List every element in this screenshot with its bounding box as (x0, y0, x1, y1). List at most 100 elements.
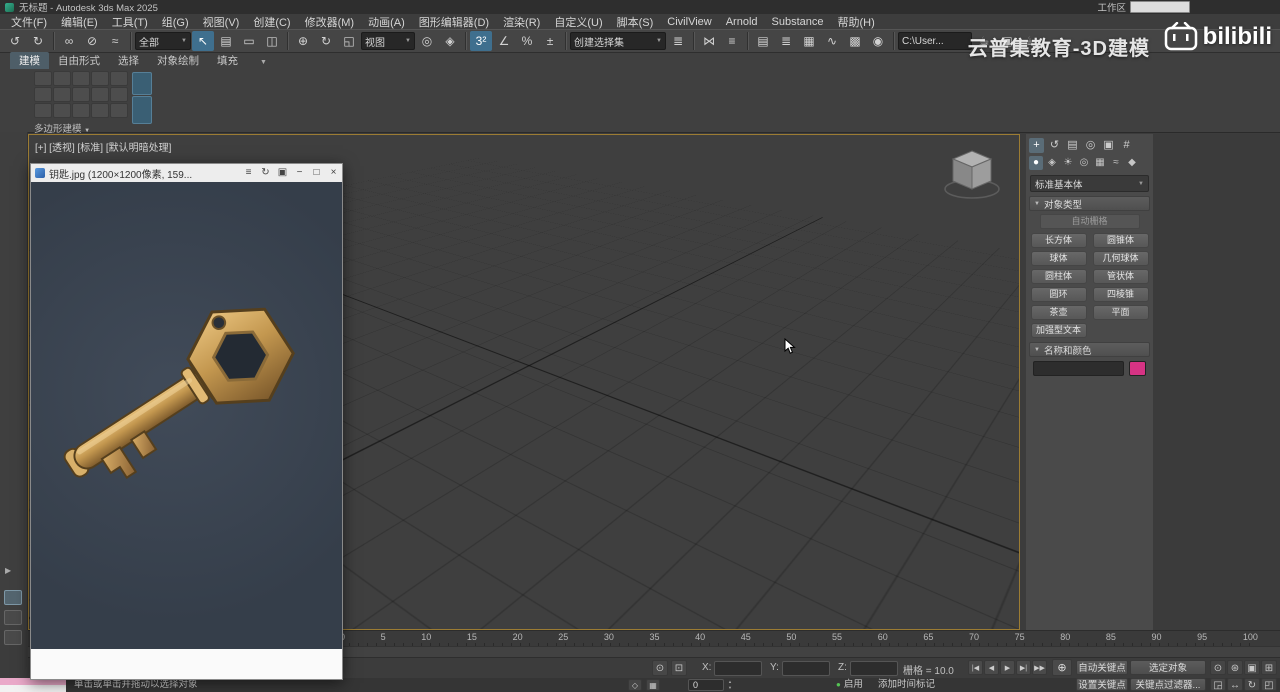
menu-item-customize[interactable]: 自定义(U) (547, 14, 609, 30)
spinner-snap-icon[interactable]: ± (539, 31, 561, 51)
name-color-rollout-header[interactable]: ▼ 名称和颜色 (1029, 342, 1150, 357)
primitive-textplus-button[interactable]: 加强型文本 (1031, 323, 1087, 338)
maxscript-mini-listener[interactable] (0, 685, 66, 692)
primitive-cylinder-button[interactable]: 圆柱体 (1031, 269, 1087, 284)
create-tab-icon[interactable]: + (1029, 138, 1044, 153)
material-editor-icon[interactable]: ◉ (867, 31, 889, 51)
primitive-cone-button[interactable]: 圆锥体 (1093, 233, 1149, 248)
ribbon-tab-freeform[interactable]: 自由形式 (49, 52, 109, 69)
primitive-geosphere-button[interactable]: 几何球体 (1093, 251, 1149, 266)
isolate-selection-icon[interactable]: ⊙ (652, 660, 668, 676)
schematic-view-icon[interactable]: ▩ (844, 31, 866, 51)
toggle-layer-explorer-icon[interactable]: ≣ (775, 31, 797, 51)
align-icon[interactable]: ≡ (721, 31, 743, 51)
toggle-scene-explorer-icon[interactable]: ▤ (752, 31, 774, 51)
cameras-icon[interactable]: ◎ (1077, 156, 1091, 170)
render-setup-icon[interactable]: ☕ (973, 31, 995, 51)
workspace-dropdown[interactable] (1130, 1, 1190, 13)
menu-item-rendering[interactable]: 渲染(R) (496, 14, 547, 30)
menu-item-edit[interactable]: 编辑(E) (54, 14, 105, 30)
primitive-teapot-button[interactable]: 茶壶 (1031, 305, 1087, 320)
x-coordinate-field[interactable] (714, 661, 762, 676)
rectangular-selection-region-icon[interactable]: ▭ (238, 31, 260, 51)
zoom-extents-icon[interactable]: ▣ (1244, 660, 1260, 675)
menu-item-help[interactable]: 帮助(H) (831, 14, 882, 30)
play-button[interactable]: ▶ (1000, 660, 1015, 675)
image-window-fit-icon[interactable]: ▣ (274, 164, 291, 182)
ribbon-tool-button[interactable] (53, 103, 71, 118)
key-filters-button[interactable]: 关键点过滤器... (1130, 678, 1206, 691)
previous-frame-button[interactable]: ◀ (984, 660, 999, 675)
image-window-close-icon[interactable]: × (325, 164, 342, 182)
named-selection-sets-dropdown[interactable]: 创建选择集 ▼ (570, 32, 666, 50)
helpers-icon[interactable]: ▦ (1093, 156, 1107, 170)
ribbon-tab-modeling[interactable]: 建模 (10, 52, 49, 69)
menu-item-graph-editors[interactable]: 图形编辑器(D) (412, 14, 496, 30)
curve-editor-icon[interactable]: ∿ (821, 31, 843, 51)
adaptive-degradation-toggle[interactable]: ● 启用 (836, 678, 863, 692)
ribbon-tool-button[interactable] (34, 71, 52, 86)
mirror-icon[interactable]: ⋈ (698, 31, 720, 51)
zoom-icon[interactable]: ⊙ (1210, 660, 1226, 675)
image-viewer-window[interactable]: 钥匙.jpg (1200×1200像素, 159... ≡ ↻ ▣ − □ × (30, 163, 343, 680)
image-window-menu-icon[interactable]: ≡ (240, 164, 257, 182)
utilities-tab-icon[interactable]: # (1119, 138, 1134, 153)
viewport-layout-tab[interactable] (4, 630, 22, 645)
set-key-mode-button[interactable]: 设置关键点 (1076, 678, 1128, 691)
percent-snap-icon[interactable]: % (516, 31, 538, 51)
viewcube[interactable] (939, 145, 1005, 205)
lights-icon[interactable]: ☀ (1061, 156, 1075, 170)
hierarchy-tab-icon[interactable]: ▤ (1065, 138, 1080, 153)
geometry-icon[interactable]: ● (1029, 156, 1043, 170)
shapes-icon[interactable]: ◈ (1045, 156, 1059, 170)
ribbon-tool-button[interactable] (91, 71, 109, 86)
render-production-icon[interactable]: ☕ (1019, 31, 1041, 51)
image-window-title-bar[interactable]: 钥匙.jpg (1200×1200像素, 159... ≡ ↻ ▣ − □ × (31, 164, 342, 182)
selected-filter-dropdown[interactable]: 选定对象 (1130, 660, 1206, 675)
add-time-tag[interactable]: 添加时间标记 (878, 678, 935, 692)
ribbon-tool-button[interactable] (34, 87, 52, 102)
image-window-minimize-icon[interactable]: − (291, 164, 308, 182)
select-and-link-icon[interactable]: ∞ (58, 31, 80, 51)
modify-tab-icon[interactable]: ↺ (1047, 138, 1062, 153)
primitive-plane-button[interactable]: 平面 (1093, 305, 1149, 320)
ribbon-tool-button[interactable] (72, 87, 90, 102)
angle-snap-icon[interactable]: ∠ (493, 31, 515, 51)
menu-item-animation[interactable]: 动画(A) (361, 14, 412, 30)
use-pivot-center-icon[interactable]: ◎ (416, 31, 438, 51)
expand-panel-icon[interactable]: ▶ (5, 566, 11, 575)
toggle-ribbon-icon[interactable]: ▦ (798, 31, 820, 51)
motion-tab-icon[interactable]: ◎ (1083, 138, 1098, 153)
snaps-toggle-icon[interactable]: 3² (470, 31, 492, 51)
y-coordinate-field[interactable] (782, 661, 830, 676)
ribbon-minimize-icon[interactable]: ▼ (257, 56, 270, 69)
ribbon-tool-button[interactable] (72, 103, 90, 118)
ribbon-tool-button[interactable] (110, 87, 128, 102)
spinner-down-icon[interactable]: ▼ (728, 685, 732, 690)
zoom-extents-all-icon[interactable]: ⊞ (1261, 660, 1277, 675)
geometry-category-dropdown[interactable]: 标准基本体 ▼ (1030, 175, 1149, 192)
ribbon-tool-button[interactable] (53, 71, 71, 86)
menu-item-create[interactable]: 创建(C) (246, 14, 297, 30)
ribbon-tool-button[interactable] (110, 71, 128, 86)
object-type-rollout-header[interactable]: ▼ 对象类型 (1029, 196, 1150, 211)
ribbon-section-label[interactable]: 多边形建模 ▼ (34, 121, 90, 135)
primitive-torus-button[interactable]: 圆环 (1031, 287, 1087, 302)
selection-filter-dropdown[interactable]: 全部 ▼ (135, 32, 191, 50)
ribbon-tab-selection[interactable]: 选择 (109, 52, 148, 69)
image-window-refresh-icon[interactable]: ↻ (257, 164, 274, 182)
image-window-maximize-icon[interactable]: □ (308, 164, 325, 182)
menu-item-file[interactable]: 文件(F) (4, 14, 54, 30)
autogrid-button[interactable]: 自动栅格 (1040, 214, 1140, 229)
current-frame-field[interactable]: 0 (688, 679, 724, 691)
space-warps-icon[interactable]: ≈ (1109, 156, 1123, 170)
set-keys-button[interactable]: ⊕ (1052, 659, 1072, 676)
auto-key-button[interactable]: 自动关键点 (1076, 660, 1128, 675)
edit-named-selection-sets-icon[interactable]: ≣ (667, 31, 689, 51)
ribbon-tool-button-active[interactable] (132, 72, 152, 95)
menu-item-substance[interactable]: Substance (765, 16, 831, 28)
project-folder-box[interactable]: C:\User... (898, 32, 972, 50)
ribbon-tool-button-active[interactable] (132, 96, 152, 124)
ribbon-tab-object-paint[interactable]: 对象绘制 (148, 52, 208, 69)
window-crossing-icon[interactable]: ◫ (261, 31, 283, 51)
